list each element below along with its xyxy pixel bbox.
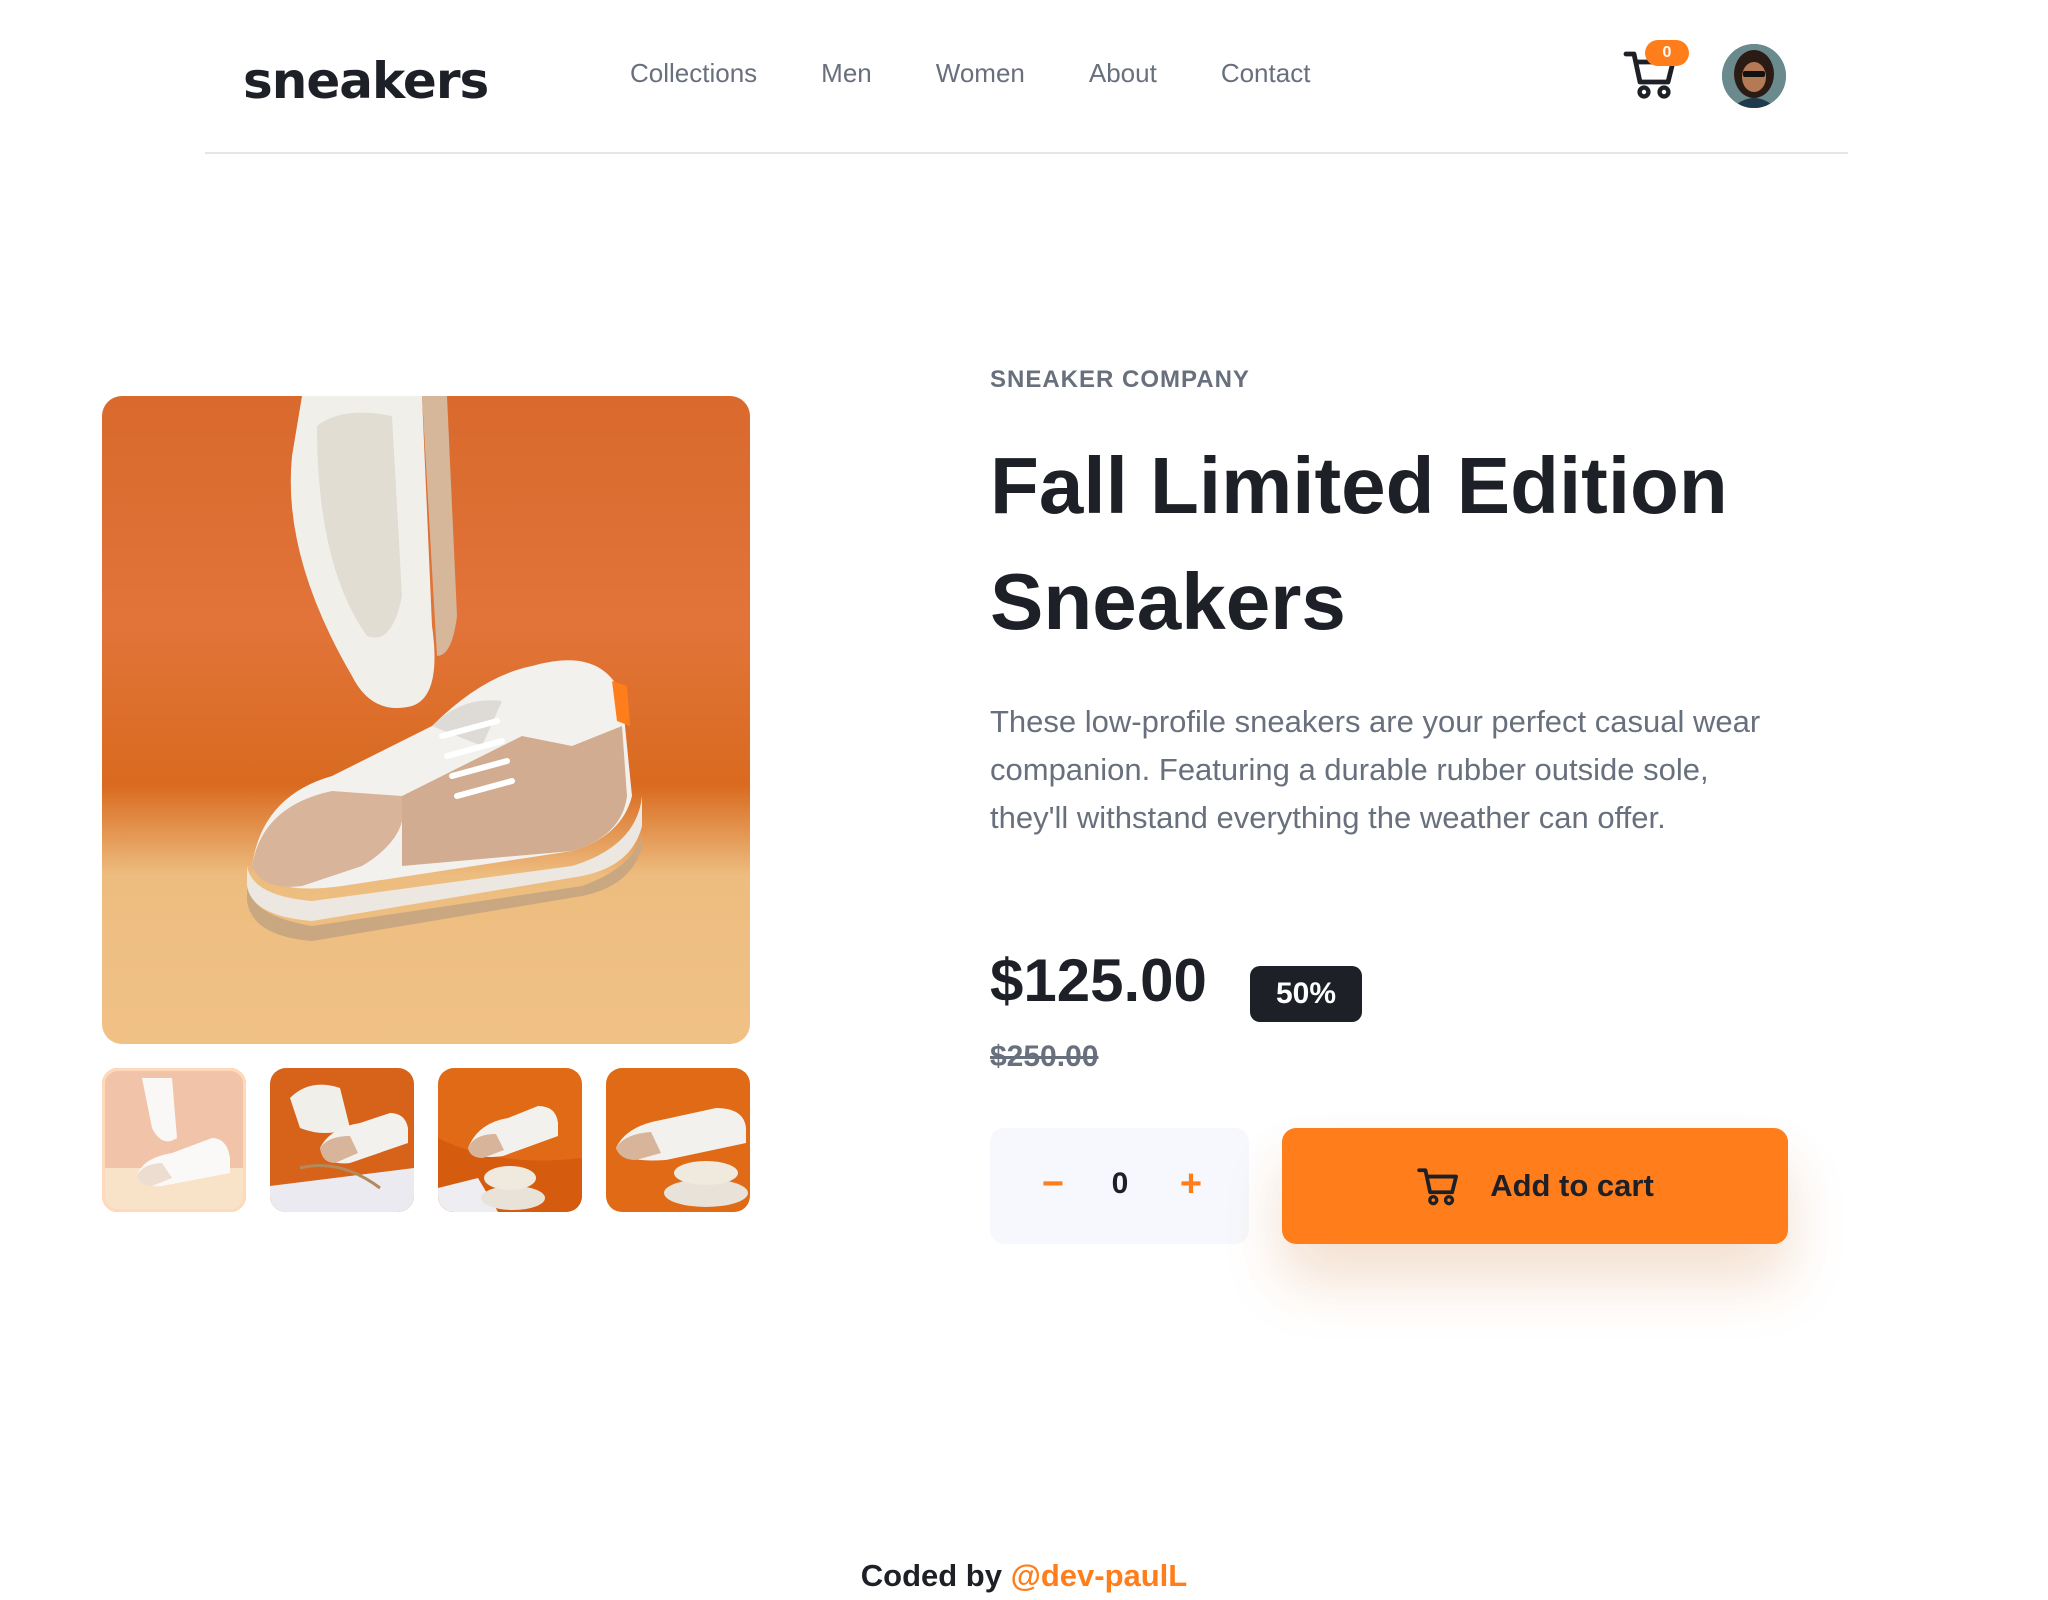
nav-collections[interactable]: Collections [630,58,757,89]
quantity-value: 0 [1111,1167,1129,1200]
nav-men[interactable]: Men [821,58,872,89]
decrease-quantity-button[interactable]: − [1038,1164,1068,1204]
attribution-prefix: Coded by [860,1558,1011,1593]
increase-quantity-button[interactable]: + [1176,1164,1206,1204]
add-to-cart-button[interactable]: Add to cart [1282,1128,1788,1244]
author-link[interactable]: @dev-paulL [1011,1558,1188,1593]
thumbnail-2[interactable] [270,1068,414,1212]
nav-about[interactable]: About [1089,58,1157,89]
thumbnail-strip [102,1068,750,1212]
product-main-image[interactable] [102,396,750,1044]
cart-count-badge: 0 [1645,40,1689,66]
quantity-stepper: − 0 + [990,1128,1249,1244]
thumbnail-3[interactable] [438,1068,582,1212]
thumbnail-4[interactable] [606,1068,750,1212]
original-price: $250.00 [990,1040,1099,1073]
logo[interactable]: sneakers [243,52,489,110]
current-price: $125.00 [990,947,1207,1014]
site-header: sneakers Collections Men Women About Con… [205,0,1848,154]
company-name: SNEAKER COMPANY [990,366,1250,393]
user-avatar[interactable] [1722,44,1786,108]
product-title: Fall Limited Edition Sneakers [990,441,1728,646]
thumbnail-1[interactable] [102,1068,246,1212]
discount-badge: 50% [1250,966,1362,1022]
attribution-footer: Coded by @dev-paulL [0,1558,2048,1594]
nav-contact[interactable]: Contact [1221,58,1311,89]
cart-icon [1417,1168,1459,1206]
nav-women[interactable]: Women [936,58,1025,89]
main-nav: Collections Men Women About Contact [630,58,1374,89]
add-to-cart-label: Add to cart [1490,1168,1654,1203]
product-description: These low-profile sneakers are your perf… [990,704,1761,835]
